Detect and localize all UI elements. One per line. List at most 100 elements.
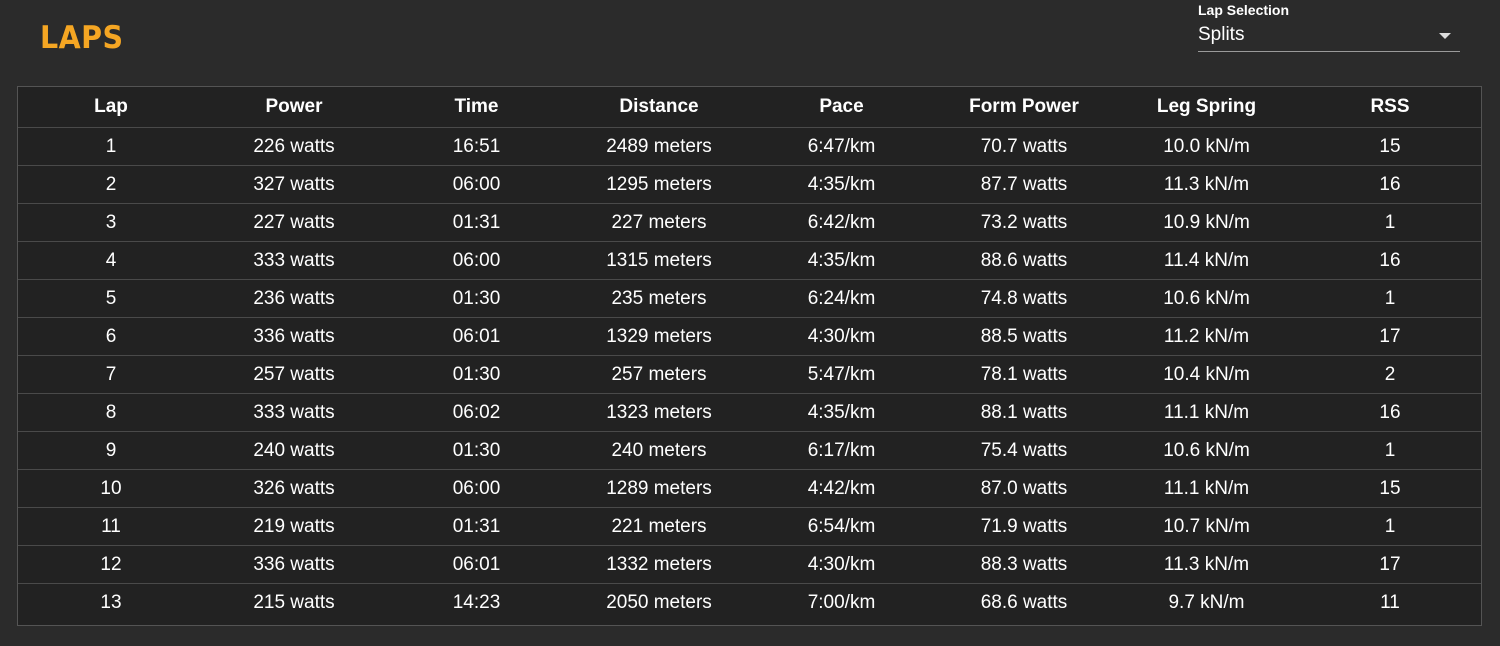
- table-cell-rss: 1: [1299, 203, 1481, 242]
- lap-selection-label: Lap Selection: [1198, 2, 1290, 18]
- table-cell-power: 326 watts: [204, 469, 384, 508]
- table-cell-form-power: 87.0 watts: [934, 469, 1114, 508]
- table-cell-lap: 8: [18, 393, 204, 432]
- table-row: 9 240 watts 01:30 240 meters 6:17/km 75.4 wat…: [18, 431, 1481, 470]
- laps-table: Lap Power Time Distance Pace Form Power Leg Sp…: [18, 87, 1481, 621]
- table-cell-form-power: 74.8 watts: [934, 279, 1114, 318]
- column-header-power: Power: [204, 87, 384, 128]
- table-cell-power: 215 watts: [253, 591, 335, 613]
- table-cell-pace: 7:00/km: [807, 591, 876, 613]
- table-header-row: Lap Power Time Distance Pace Form Power Leg Sp…: [18, 87, 1481, 128]
- table-cell-form-power: 71.9 watts: [934, 507, 1114, 546]
- table-cell-leg-spring: 10.4 kN/m: [1114, 355, 1299, 394]
- table-cell-rss: 11: [1380, 591, 1400, 613]
- table-cell-lap: 7: [18, 355, 204, 394]
- table-cell-rss: 15: [1299, 469, 1481, 508]
- lap-selection-dropdown[interactable]: Lap Selection Splits: [1198, 2, 1460, 52]
- table-cell-rss: 17: [1299, 317, 1481, 356]
- table-cell-form-power: 88.3 watts: [934, 545, 1114, 584]
- table-cell-form-power: 75.4 watts: [934, 431, 1114, 470]
- table-row: 10 326 watts 06:00 1289 meters 4:42/km 87.0 w…: [18, 469, 1481, 508]
- table-cell-distance: 1295 meters: [569, 165, 749, 204]
- table-cell-leg-spring: 11.1 kN/m: [1114, 393, 1299, 432]
- table-cell-rss: 16: [1299, 165, 1481, 204]
- table-cell-rss: 1: [1299, 507, 1481, 546]
- table-cell-form-power: 88.5 watts: [934, 317, 1114, 356]
- column-header-form-power: Form Power: [934, 87, 1114, 128]
- table-cell-leg-spring: 11.2 kN/m: [1114, 317, 1299, 356]
- page-title: LAPS: [40, 20, 124, 56]
- column-header-distance: Distance: [569, 87, 749, 128]
- table-cell-distance: 1289 meters: [569, 469, 749, 508]
- table-cell-power: 336 watts: [204, 545, 384, 584]
- table-cell-leg-spring: 9.7 kN/m: [1168, 591, 1245, 613]
- table-cell-power: 219 watts: [204, 507, 384, 546]
- table-cell-distance: 2489 meters: [569, 127, 749, 166]
- table-cell-lap: 4: [18, 241, 204, 280]
- table-row: 12 336 watts 06:01 1332 meters 4:30/km 88.3 w…: [18, 545, 1481, 584]
- table-cell-pace: 6:54/km: [749, 507, 934, 546]
- table-cell-time: 16:51: [384, 127, 569, 166]
- column-header-leg-spring: Leg Spring: [1114, 87, 1299, 128]
- table-cell-lap: 9: [18, 431, 204, 470]
- table-cell-leg-spring: 10.7 kN/m: [1114, 507, 1299, 546]
- table-cell-distance: 257 meters: [569, 355, 749, 394]
- table-cell-pace: 6:47/km: [749, 127, 934, 166]
- table-row: 4 333 watts 06:00 1315 meters 4:35/km 88.6 wa…: [18, 241, 1481, 280]
- table-cell-distance: 1323 meters: [569, 393, 749, 432]
- table-row: 5 236 watts 01:30 235 meters 6:24/km 74.8 wat…: [18, 279, 1481, 318]
- dropdown-underline: [1198, 51, 1460, 52]
- table-cell-pace: 4:42/km: [749, 469, 934, 508]
- table-cell-power: 227 watts: [204, 203, 384, 242]
- column-header-rss: RSS: [1299, 87, 1481, 128]
- column-header-pace: Pace: [749, 87, 934, 128]
- table-cell-pace: 6:42/km: [749, 203, 934, 242]
- table-cell-rss: 17: [1299, 545, 1481, 584]
- table-cell-time: 01:30: [384, 279, 569, 318]
- table-cell-lap: 10: [18, 469, 204, 508]
- table-body: 1 226 watts 16:51 2489 meters 6:47/km 70.7 wa…: [18, 127, 1481, 622]
- table-cell-distance: 240 meters: [569, 431, 749, 470]
- table-cell-time: 06:01: [384, 317, 569, 356]
- table-cell-power: 226 watts: [204, 127, 384, 166]
- table-row: 13 215 watts 14:23 2050 meters 7:00/km 68.6 w…: [18, 584, 1481, 622]
- table-cell-form-power: 87.7 watts: [934, 165, 1114, 204]
- table-cell-rss: 2: [1299, 355, 1481, 394]
- table-cell-leg-spring: 10.6 kN/m: [1114, 279, 1299, 318]
- table-cell-distance: 1329 meters: [569, 317, 749, 356]
- table-row: 11 219 watts 01:31 221 meters 6:54/km 71.9 wa…: [18, 507, 1481, 546]
- chevron-down-icon[interactable]: [1439, 33, 1451, 39]
- table-cell-distance: 221 meters: [569, 507, 749, 546]
- table-cell-power: 333 watts: [204, 241, 384, 280]
- table-row: 3 227 watts 01:31 227 meters 6:42/km 73.2 wat…: [18, 203, 1481, 242]
- table-cell-distance: 2050 meters: [606, 591, 712, 613]
- table-cell-power: 333 watts: [204, 393, 384, 432]
- table-cell-time: 06:00: [384, 241, 569, 280]
- laps-table-container: Lap Power Time Distance Pace Form Power Leg Sp…: [17, 86, 1482, 626]
- table-cell-distance: 227 meters: [569, 203, 749, 242]
- table-cell-lap: 3: [18, 203, 204, 242]
- column-header-time: Time: [384, 87, 569, 128]
- table-cell-time: 06:01: [384, 545, 569, 584]
- table-cell-pace: 4:35/km: [749, 165, 934, 204]
- table-cell-time: 01:30: [384, 431, 569, 470]
- table-cell-leg-spring: 11.3 kN/m: [1114, 545, 1299, 584]
- table-cell-form-power: 73.2 watts: [934, 203, 1114, 242]
- table-cell-rss: 16: [1299, 393, 1481, 432]
- table-cell-rss: 1: [1299, 279, 1481, 318]
- table-cell-leg-spring: 11.4 kN/m: [1114, 241, 1299, 280]
- table-row: 7 257 watts 01:30 257 meters 5:47/km 78.1 wat…: [18, 355, 1481, 394]
- table-cell-leg-spring: 11.1 kN/m: [1114, 469, 1299, 508]
- table-cell-pace: 4:35/km: [749, 393, 934, 432]
- table-row: 8 333 watts 06:02 1323 meters 4:35/km 88.1 wa…: [18, 393, 1481, 432]
- table-cell-form-power: 78.1 watts: [934, 355, 1114, 394]
- table-cell-lap: 5: [18, 279, 204, 318]
- table-cell-lap: 6: [18, 317, 204, 356]
- table-row: 6 336 watts 06:01 1329 meters 4:30/km 88.5 wa…: [18, 317, 1481, 356]
- table-cell-form-power: 88.1 watts: [934, 393, 1114, 432]
- table-cell-distance: 235 meters: [569, 279, 749, 318]
- table-cell-time: 01:31: [384, 507, 569, 546]
- table-cell-rss: 16: [1299, 241, 1481, 280]
- table-cell-power: 336 watts: [204, 317, 384, 356]
- table-cell-time: 06:00: [384, 165, 569, 204]
